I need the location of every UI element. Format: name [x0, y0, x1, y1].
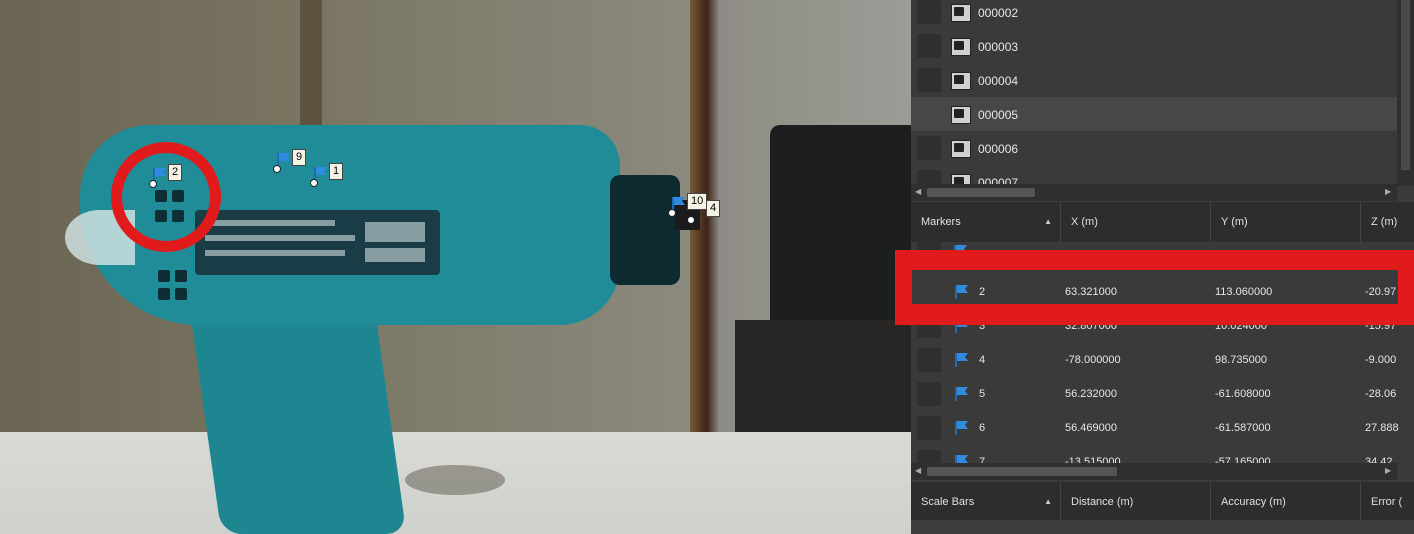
- photo-row[interactable]: 000002: [911, 0, 1397, 29]
- column-header-x[interactable]: X (m): [1061, 202, 1211, 242]
- marker-id: 7: [979, 456, 986, 465]
- markers-table-header: Markers ▲ X (m) Y (m) Z (m): [911, 202, 1414, 242]
- marker-z: 34.42: [1365, 456, 1393, 465]
- marker-x: 56.469000: [1065, 422, 1117, 434]
- table-row-marker-6[interactable]: 6 56.469000 -61.587000 27.888: [911, 411, 1414, 445]
- chair-seat: [735, 320, 911, 440]
- table-row-marker-4[interactable]: 4 -78.000000 98.735000 -9.000: [911, 343, 1414, 377]
- image-icon: [951, 140, 971, 158]
- image-icon: [951, 106, 971, 124]
- column-header-accuracy[interactable]: Accuracy (m): [1211, 482, 1361, 522]
- marker-y: -61.608000: [1215, 388, 1271, 400]
- scrollbar-thumb[interactable]: [1401, 0, 1410, 170]
- vent-slot: [175, 270, 187, 282]
- scale-bars-table-header: Scale Bars ▲ Distance (m) Accuracy (m) E…: [911, 482, 1414, 522]
- marker-y: 98.735000: [1215, 354, 1267, 366]
- marker-z: -9.000: [1365, 354, 1397, 366]
- column-header-error[interactable]: Error (: [1361, 482, 1414, 522]
- photos-horizontal-scrollbar[interactable]: ◀ ▶: [911, 184, 1397, 201]
- marker-x: 56.232000: [1065, 388, 1117, 400]
- image-icon: [951, 72, 971, 90]
- table-row-marker-7[interactable]: 7 -13.515000 -57.165000 34.42: [911, 445, 1414, 465]
- photos-vertical-scrollbar[interactable]: [1397, 0, 1414, 186]
- marker-y: -57.165000: [1215, 456, 1271, 465]
- scroll-left-icon[interactable]: ◀: [915, 187, 921, 196]
- vent-slot: [158, 288, 170, 300]
- photo-name: 000002: [978, 6, 1019, 20]
- image-icon: [951, 4, 971, 22]
- checkbox[interactable]: [917, 0, 941, 24]
- markers-horizontal-scrollbar[interactable]: ◀ ▶: [911, 463, 1397, 480]
- scrollbar-thumb[interactable]: [927, 467, 1117, 476]
- flag-icon: [955, 387, 968, 401]
- marker-id: 6: [979, 422, 986, 434]
- photo-row[interactable]: 000004: [911, 63, 1397, 97]
- column-header-z[interactable]: Z (m): [1361, 202, 1414, 242]
- photos-list: 000002 000003 000004 000005 000006 00000…: [911, 0, 1397, 186]
- marker-y: -61.587000: [1215, 422, 1271, 434]
- marker-z: 27.888: [1365, 422, 1399, 434]
- photo-row[interactable]: 000006: [911, 131, 1397, 165]
- marker-label: 10: [687, 193, 708, 210]
- scroll-right-icon[interactable]: ▶: [1385, 466, 1391, 475]
- marker-id: 4: [979, 354, 986, 366]
- flag-icon: [955, 421, 968, 435]
- column-header-distance[interactable]: Distance (m): [1061, 482, 1211, 522]
- checkbox[interactable]: [917, 348, 941, 372]
- marker-id: 5: [979, 388, 986, 400]
- photo-name: 000003: [978, 40, 1019, 54]
- photo-row-selected[interactable]: 000005: [911, 97, 1397, 131]
- marker-x: -13.515000: [1065, 456, 1121, 465]
- column-header-markers[interactable]: Markers ▲: [911, 202, 1061, 242]
- flag-icon: [955, 353, 968, 367]
- photo-name: 000004: [978, 74, 1019, 88]
- scale-bars-table-body: [911, 520, 1414, 534]
- photo-row[interactable]: 000003: [911, 29, 1397, 63]
- photo-name: 000006: [978, 142, 1019, 156]
- checkbox[interactable]: [917, 136, 941, 160]
- marker-label: 4: [706, 200, 721, 217]
- drill-chuck: [610, 175, 680, 285]
- photo-name: 000005: [978, 108, 1019, 122]
- column-header-y[interactable]: Y (m): [1211, 202, 1361, 242]
- image-icon: [951, 38, 971, 56]
- scroll-right-icon[interactable]: ▶: [1385, 187, 1391, 196]
- vent-slot: [158, 270, 170, 282]
- column-header-scale-bars[interactable]: Scale Bars ▲: [911, 482, 1061, 522]
- photo-viewport[interactable]: 2 9 1 10 4: [0, 0, 911, 534]
- marker-label: 9: [292, 149, 307, 166]
- sort-ascending-icon: ▲: [1044, 497, 1052, 506]
- checkbox[interactable]: [917, 382, 941, 406]
- vent-slot: [175, 288, 187, 300]
- drill-shadow: [405, 465, 505, 495]
- marker-z: -28.06: [1365, 388, 1397, 400]
- checkbox[interactable]: [917, 34, 941, 58]
- scrollbar-thumb[interactable]: [927, 188, 1035, 197]
- table-row-marker-5[interactable]: 5 56.232000 -61.608000 -28.06: [911, 377, 1414, 411]
- drill-grip: [188, 300, 407, 534]
- marker-x: -78.000000: [1065, 354, 1121, 366]
- marker-label: 1: [329, 163, 344, 180]
- highlight-rectangle: [895, 250, 1414, 325]
- scroll-left-icon[interactable]: ◀: [915, 466, 921, 475]
- sort-ascending-icon: ▲: [1044, 217, 1052, 226]
- checkbox[interactable]: [917, 416, 941, 440]
- highlight-circle: [111, 142, 221, 252]
- photo-row[interactable]: 000007: [911, 165, 1397, 186]
- checkbox[interactable]: [917, 68, 941, 92]
- drill-label-plate: [195, 210, 440, 275]
